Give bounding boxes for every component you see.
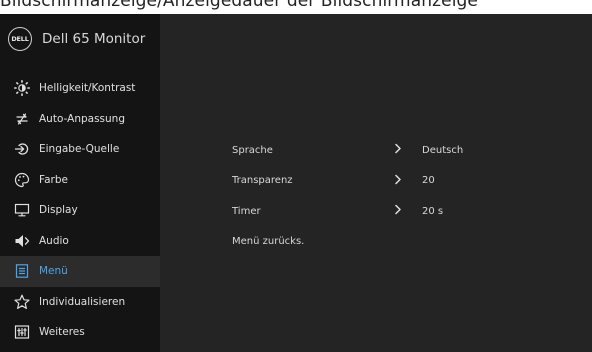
others-icon (13, 323, 31, 341)
star-icon (13, 293, 31, 311)
color-palette-icon (13, 171, 31, 189)
menu-item-audio[interactable]: Audio (0, 226, 160, 257)
menu-item-menu[interactable]: Menü (0, 256, 160, 287)
setting-label: Transparenz (232, 175, 293, 187)
menu-item-brightness[interactable]: Helligkeit/Kontrast (0, 73, 160, 104)
menu-item-label: Weiteres (39, 326, 85, 339)
auto-adjust-icon (13, 110, 31, 128)
menu-item-label: Audio (39, 234, 69, 247)
menu-item-auto-adjust[interactable]: Auto-Anpassung (0, 104, 160, 135)
menu-item-input-source[interactable]: Eingabe-Quelle (0, 134, 160, 165)
menu-item-label: Individualisieren (39, 295, 126, 308)
brightness-icon (13, 79, 31, 97)
audio-icon (13, 232, 31, 250)
chevron-right-icon (394, 144, 402, 157)
setting-label: Sprache (232, 144, 273, 156)
osd-window: DELL Dell 65 Monitor Helligkeit/Kontrast… (0, 14, 592, 352)
setting-row-language[interactable]: Sprache Deutsch (232, 135, 592, 166)
chevron-right-icon (394, 205, 402, 218)
reset-menu-button[interactable]: Menü zurücks. (232, 227, 592, 258)
setting-row-timer[interactable]: Timer 20 s (232, 196, 592, 227)
menu-list: Helligkeit/Kontrast Auto-Anpassung Einga… (0, 73, 160, 348)
page-caption: Bildschirmanzeige/Anzeigedauer der Bilds… (0, 0, 478, 11)
menu-item-personalize[interactable]: Individualisieren (0, 287, 160, 318)
menu-item-label: Farbe (39, 173, 68, 186)
sidebar: DELL Dell 65 Monitor Helligkeit/Kontrast… (0, 14, 160, 352)
setting-row-transparency[interactable]: Transparenz 20 (232, 166, 592, 197)
display-icon (13, 201, 31, 219)
chevron-right-icon (394, 174, 402, 187)
setting-value: 20 (422, 175, 435, 187)
menu-item-others[interactable]: Weiteres (0, 317, 160, 348)
menu-item-color[interactable]: Farbe (0, 165, 160, 196)
menu-item-label: Helligkeit/Kontrast (39, 82, 136, 95)
menu-item-label: Display (39, 204, 78, 217)
setting-label: Timer (232, 205, 261, 217)
setting-value: 20 s (422, 205, 444, 217)
input-source-icon (13, 140, 31, 158)
menu-item-label: Eingabe-Quelle (39, 143, 120, 156)
dell-logo: DELL (8, 27, 32, 51)
settings-panel: Sprache Deutsch Transparenz 20 Timer 20 … (232, 135, 592, 257)
menu-item-label: Auto-Anpassung (39, 112, 125, 125)
monitor-title: Dell 65 Monitor (42, 31, 146, 47)
menu-item-display[interactable]: Display (0, 195, 160, 226)
setting-value: Deutsch (422, 144, 464, 156)
menu-icon (13, 262, 31, 280)
menu-item-label: Menü (39, 265, 68, 278)
header: DELL Dell 65 Monitor (8, 26, 145, 52)
reset-menu-label: Menü zurücks. (232, 236, 305, 248)
